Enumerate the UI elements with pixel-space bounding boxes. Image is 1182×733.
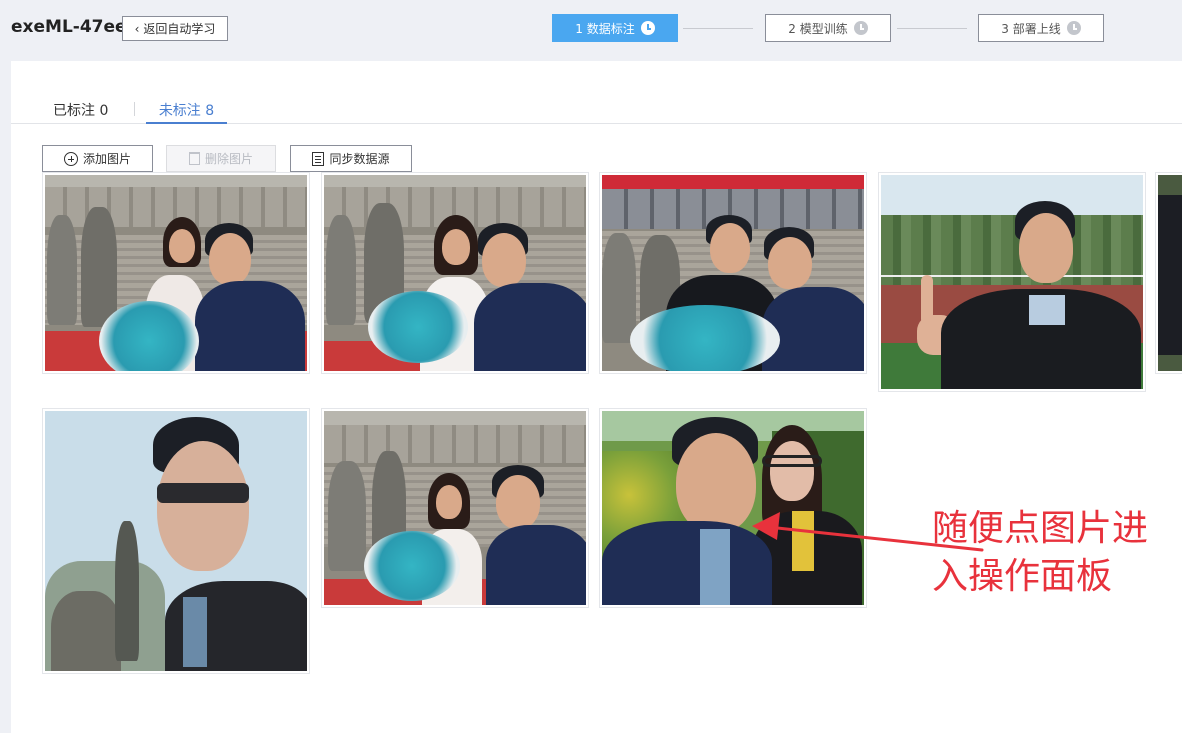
photo-couple-garden (602, 411, 864, 605)
app-title: exeML-47ee (11, 17, 127, 37)
document-sync-icon (312, 151, 325, 166)
photo-sports-field (881, 175, 1143, 389)
image-thumbnail[interactable] (599, 408, 867, 608)
tab-unlabeled[interactable]: 未标注 8 (146, 100, 227, 124)
step-label: 3 部署上线 (1001, 21, 1061, 36)
sync-datasource-button[interactable]: 同步数据源 (290, 145, 412, 172)
photo-friends-bouquet (602, 175, 864, 371)
trash-icon (188, 152, 200, 165)
photo-graduation-bouquet (324, 175, 586, 371)
step-label: 1 数据标注 (575, 21, 635, 36)
tab-labeled[interactable]: 已标注 0 (53, 100, 108, 124)
tab-divider (134, 102, 135, 116)
back-to-automl-button[interactable]: ‹ 返回自动学习 (122, 16, 228, 41)
image-thumbnail[interactable] (42, 408, 310, 674)
image-thumbnail[interactable] (1155, 172, 1182, 374)
step-label: 2 模型训练 (788, 21, 848, 36)
image-thumbnail[interactable] (42, 172, 310, 374)
delete-image-label: 删除图片 (204, 152, 253, 166)
annotation-text: 随便点图片进入操作面板 (932, 508, 1149, 597)
photo-graduation-statues (45, 175, 307, 371)
photo-selfie-sunglasses (45, 411, 307, 671)
photo-partial (1158, 175, 1182, 371)
delete-image-button[interactable]: 删除图片 (166, 145, 276, 172)
step-deploy[interactable]: 3 部署上线 (978, 14, 1104, 42)
photo-graduation-group (324, 411, 586, 605)
add-circle-icon (63, 151, 78, 166)
step-model-training[interactable]: 2 模型训练 (765, 14, 891, 42)
clock-icon (853, 21, 868, 35)
clock-icon (1066, 21, 1081, 35)
clock-icon (640, 21, 655, 35)
step-data-labeling[interactable]: 1 数据标注 (552, 14, 678, 42)
back-button-label: 返回自动学习 (143, 22, 216, 36)
add-image-label: 添加图片 (82, 152, 131, 166)
add-image-button[interactable]: 添加图片 (42, 145, 153, 172)
label-tabs: 已标注 0 未标注 8 (11, 98, 1182, 124)
image-thumbnail[interactable] (878, 172, 1146, 392)
chevron-left-icon: ‹ (134, 21, 140, 36)
image-thumbnail[interactable] (599, 172, 867, 374)
image-thumbnail[interactable] (321, 172, 589, 374)
step-connector (897, 28, 967, 29)
step-connector (683, 28, 753, 29)
image-thumbnail[interactable] (321, 408, 589, 608)
sync-datasource-label: 同步数据源 (329, 152, 390, 166)
